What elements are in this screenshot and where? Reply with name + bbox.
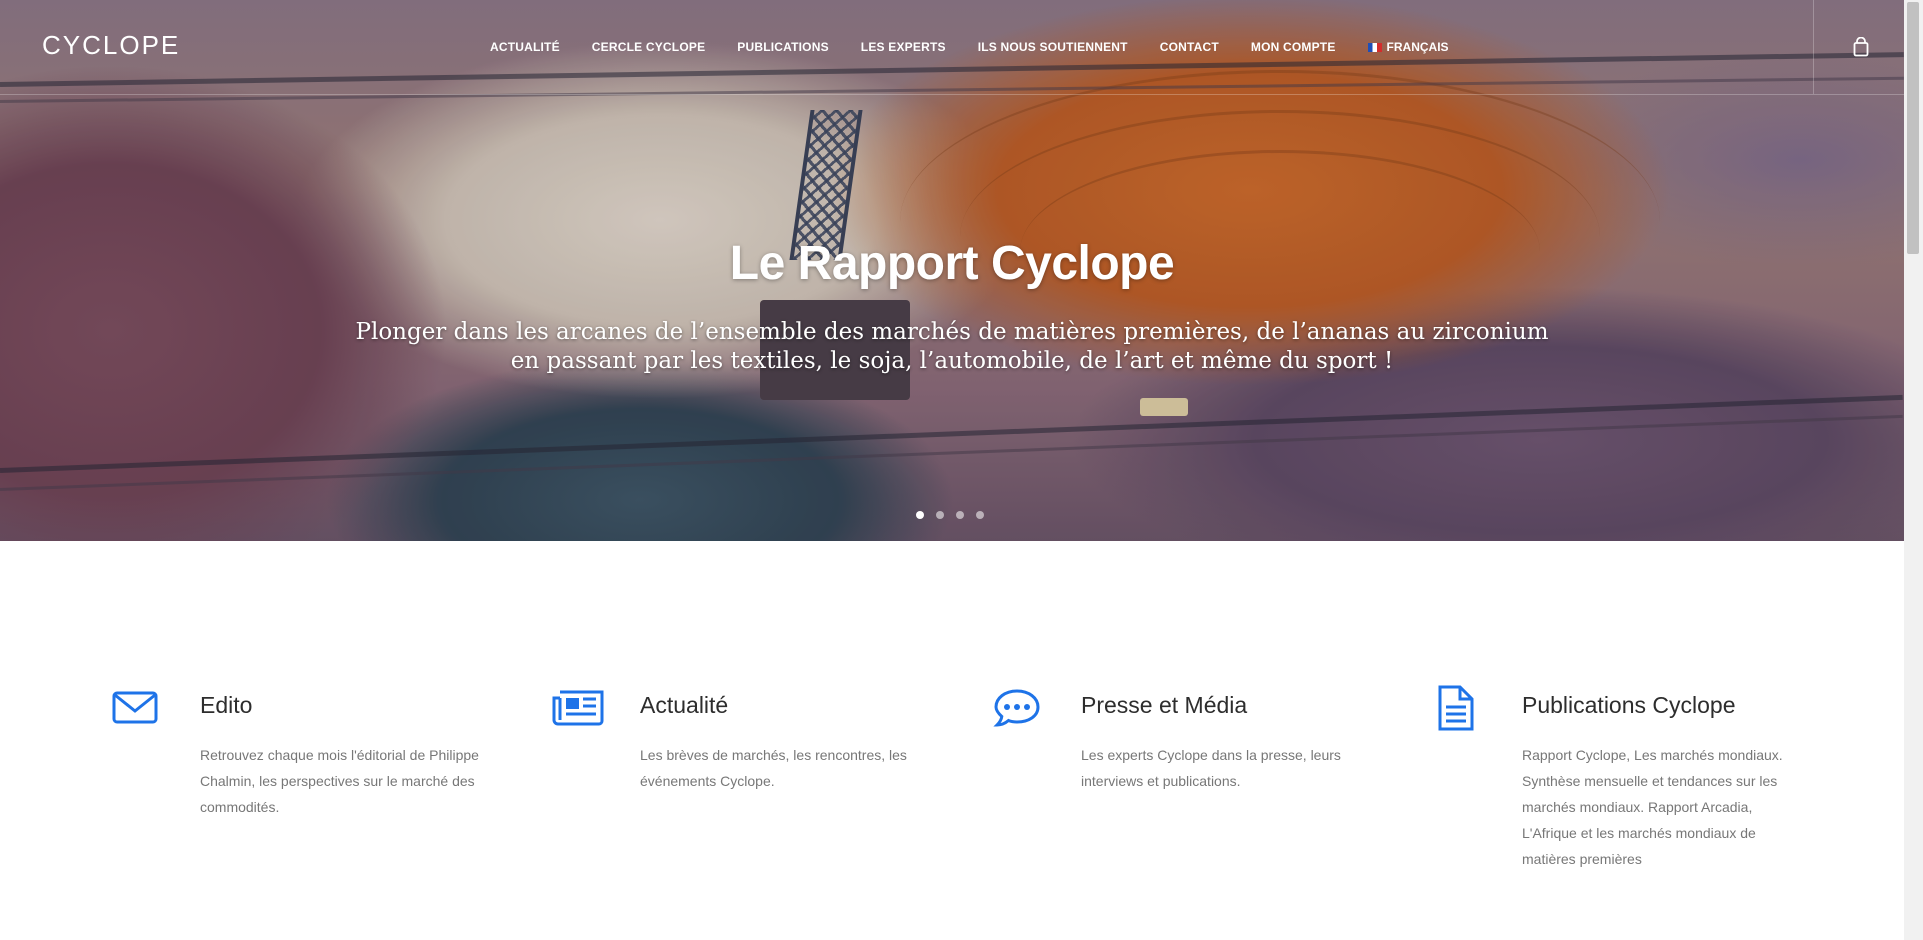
logo-text: CYCLOPE — [42, 30, 181, 60]
feature-text: Rapport Cyclope, Les marchés mondiaux. S… — [1522, 747, 1783, 867]
slider-pagination — [916, 511, 984, 519]
shopping-bag-icon[interactable] — [1853, 36, 1869, 57]
slider-dot-4[interactable] — [976, 511, 984, 519]
feature-title[interactable]: Publications Cyclope — [1522, 692, 1736, 719]
nav-item-les-experts[interactable]: LES EXPERTS — [861, 40, 946, 54]
nav-item-contact[interactable]: CONTACT — [1160, 40, 1219, 54]
slider-dot-2[interactable] — [936, 511, 944, 519]
feature-title[interactable]: Edito — [200, 692, 252, 719]
feature-text: Retrouvez chaque mois l'éditorial de Phi… — [200, 747, 479, 815]
site-logo[interactable]: CYCLOPE — [42, 30, 180, 61]
document-icon — [1434, 684, 1482, 732]
slider-dot-3[interactable] — [956, 511, 964, 519]
nav-item-actualite[interactable]: ACTUALITÉ — [490, 40, 560, 54]
envelope-icon — [112, 684, 160, 732]
feature-title[interactable]: Actualité — [640, 692, 728, 719]
site-header: CYCLOPE ACTUALITÉ CERCLE CYCLOPE PUBLICA… — [0, 0, 1904, 95]
language-switcher[interactable]: FRANÇAIS — [1367, 40, 1449, 54]
feature-text: Les experts Cyclope dans la presse, leur… — [1081, 747, 1341, 789]
hero-title: Le Rapport Cyclope — [729, 237, 1175, 290]
feature-title[interactable]: Presse et Média — [1081, 692, 1247, 719]
scrollbar-thumb[interactable] — [1907, 2, 1919, 254]
nav-item-publications[interactable]: PUBLICATIONS — [737, 40, 829, 54]
nav-item-cercle-cyclope[interactable]: CERCLE CYCLOPE — [592, 40, 705, 54]
nav-item-mon-compte[interactable]: MON COMPTE — [1251, 40, 1336, 54]
header-divider — [1813, 0, 1814, 94]
main-nav: ACTUALITÉ CERCLE CYCLOPE PUBLICATIONS LE… — [490, 40, 1449, 54]
slider-dot-1[interactable] — [916, 511, 924, 519]
feature-text: Les brèves de marchés, les rencontres, l… — [640, 747, 907, 789]
page-scrollbar[interactable] — [1904, 0, 1923, 940]
newspaper-icon — [552, 684, 604, 732]
nav-item-ils-nous-soutiennent[interactable]: ILS NOUS SOUTIENNENT — [978, 40, 1128, 54]
speech-bubble-icon — [993, 684, 1041, 732]
hero-subtitle: Plonger dans les arcanes de l’ensemble d… — [355, 319, 1549, 374]
french-flag-icon — [1367, 42, 1382, 52]
language-label: FRANÇAIS — [1386, 40, 1449, 54]
